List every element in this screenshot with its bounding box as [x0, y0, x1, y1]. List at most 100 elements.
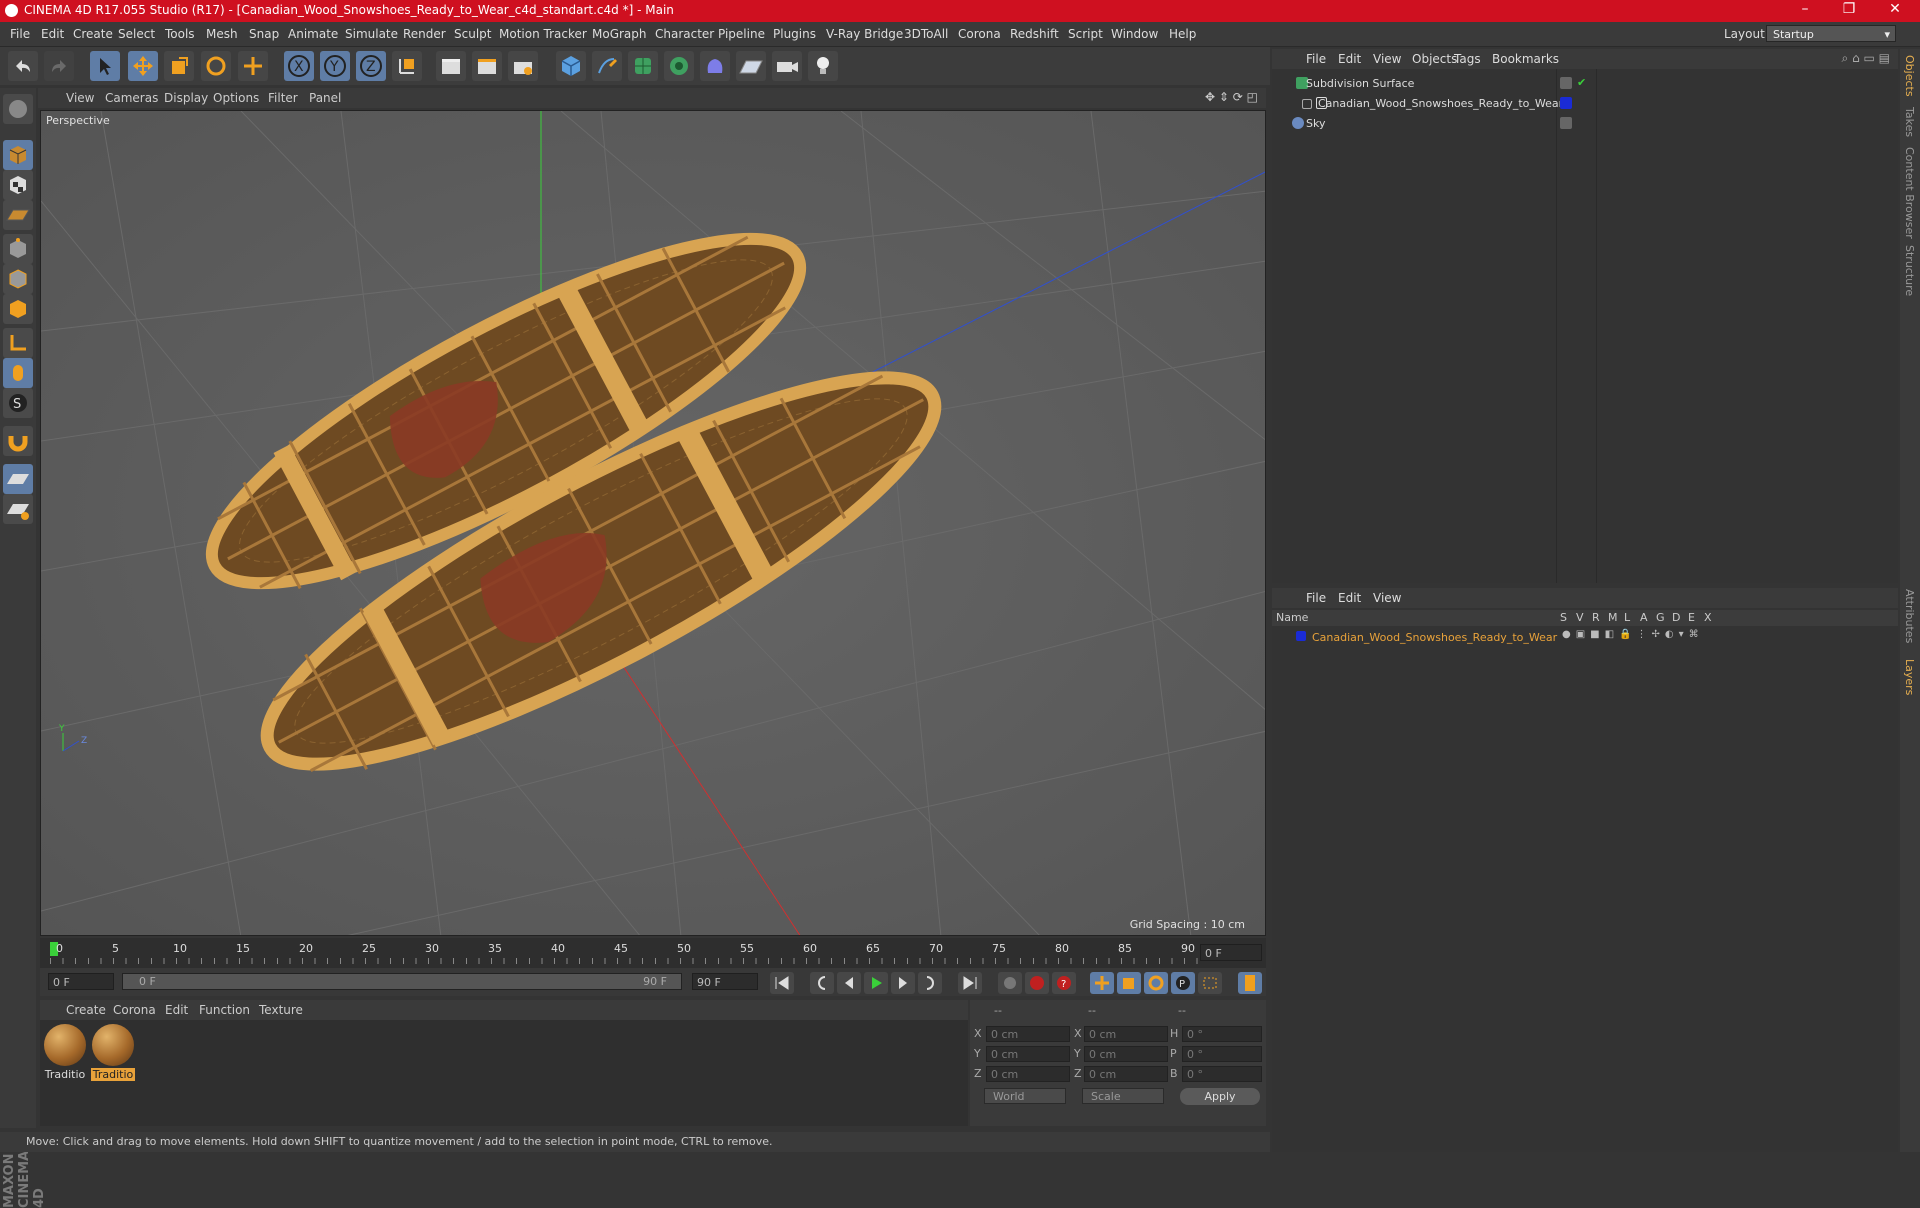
- previous-key-button[interactable]: [810, 972, 834, 994]
- lm-menu-file[interactable]: File: [1306, 591, 1326, 605]
- undo-button[interactable]: [8, 51, 38, 81]
- layer-column-expressions[interactable]: E: [1688, 611, 1695, 624]
- restore-button[interactable]: ❐: [1834, 1, 1864, 17]
- redo-button[interactable]: [44, 51, 74, 81]
- size-x-field[interactable]: 0 cm: [1084, 1026, 1168, 1042]
- menu-tools[interactable]: Tools: [165, 27, 195, 41]
- close-button[interactable]: ✕: [1880, 1, 1910, 17]
- y-axis-lock-button[interactable]: Y: [320, 51, 350, 81]
- rotation-p-field[interactable]: 0 °: [1182, 1046, 1262, 1062]
- size-mode-select[interactable]: Scale: [1082, 1088, 1164, 1104]
- x-axis-lock-button[interactable]: X: [284, 51, 314, 81]
- keyframe-selection-button[interactable]: ?: [1052, 972, 1076, 994]
- menu-vray-bridge[interactable]: V-Ray Bridge: [826, 27, 903, 41]
- menu-corona[interactable]: Corona: [958, 27, 1001, 41]
- lm-menu-edit[interactable]: Edit: [1338, 591, 1361, 605]
- layer-column-manager[interactable]: M: [1608, 611, 1618, 624]
- move-tool-button[interactable]: [128, 51, 158, 81]
- parameter-key-button[interactable]: P: [1171, 972, 1195, 994]
- layer-column-deformers[interactable]: D: [1672, 611, 1680, 624]
- lm-menu-view[interactable]: View: [1373, 591, 1401, 605]
- make-editable-button[interactable]: [3, 94, 33, 124]
- render-view-button[interactable]: [436, 51, 466, 81]
- point-level-key-button[interactable]: [1198, 972, 1222, 994]
- layer-column-animation[interactable]: A: [1640, 611, 1648, 624]
- menu-script[interactable]: Script: [1068, 27, 1103, 41]
- layer-toggle-icons[interactable]: ●▣■◧🔒⋮✢◐▾⌘: [1562, 629, 1704, 640]
- object-row[interactable]: Sky: [1272, 114, 1898, 133]
- layer-row[interactable]: Canadian_Wood_Snowshoes_Ready_to_Wear ●▣…: [1272, 628, 1898, 647]
- goto-start-button[interactable]: [770, 972, 794, 994]
- tab-takes[interactable]: Takes: [1903, 107, 1916, 137]
- om-menu-edit[interactable]: Edit: [1338, 52, 1361, 66]
- tab-attributes[interactable]: Attributes: [1903, 589, 1916, 643]
- position-x-field[interactable]: 0 cm: [986, 1026, 1070, 1042]
- cube-primitive-button[interactable]: [556, 51, 586, 81]
- autokeying-button[interactable]: [1025, 972, 1049, 994]
- 3d-viewport[interactable]: Y Z Perspective Grid Spacing : 10 cm: [40, 110, 1266, 936]
- search-icon[interactable]: ⌕ ⌂ ▭ ▤: [1842, 51, 1890, 66]
- layer-color-icon[interactable]: [1560, 97, 1572, 109]
- material-menu-edit[interactable]: Edit: [165, 1003, 188, 1017]
- planar-workplane-button[interactable]: [3, 494, 33, 524]
- timeline-ruler[interactable]: 0 5 10 15 20 25 30 35 40 45 50 55 60 65 …: [40, 938, 1266, 968]
- size-y-field[interactable]: 0 cm: [1084, 1046, 1168, 1062]
- menu-snap[interactable]: Snap: [249, 27, 279, 41]
- menu-redshift[interactable]: Redshift: [1010, 27, 1059, 41]
- tab-objects[interactable]: Objects: [1903, 55, 1916, 97]
- material-menu-texture[interactable]: Texture: [259, 1003, 303, 1017]
- rotation-h-field[interactable]: 0 °: [1182, 1026, 1262, 1042]
- goto-end-button[interactable]: [958, 972, 982, 994]
- play-button[interactable]: [864, 972, 888, 994]
- layer-column-render[interactable]: R: [1592, 611, 1600, 624]
- menu-render[interactable]: Render: [403, 27, 446, 41]
- coordinate-space-select[interactable]: World: [984, 1088, 1066, 1104]
- layout-select[interactable]: Startup ▾: [1766, 25, 1896, 42]
- viewport-menu-display[interactable]: Display: [164, 91, 208, 105]
- menu-animate[interactable]: Animate: [288, 27, 338, 41]
- snap-button[interactable]: S: [3, 388, 33, 418]
- model-mode-button[interactable]: [3, 140, 33, 170]
- menu-simulate[interactable]: Simulate: [345, 27, 398, 41]
- position-y-field[interactable]: 0 cm: [986, 1046, 1070, 1062]
- menu-3dtoall[interactable]: 3DToAll: [904, 27, 948, 41]
- minimize-button[interactable]: –: [1790, 1, 1820, 17]
- material-menu-function[interactable]: Function: [199, 1003, 250, 1017]
- spline-pen-button[interactable]: [592, 51, 622, 81]
- rotation-key-button[interactable]: [1144, 972, 1168, 994]
- menu-create[interactable]: Create: [73, 27, 113, 41]
- om-menu-objects[interactable]: Objects: [1412, 52, 1457, 66]
- viewport-navigation-icons[interactable]: ✥ ⇕ ⟳ ◰: [1205, 90, 1258, 104]
- timeline-window-button[interactable]: [1238, 972, 1262, 994]
- subdivision-surface-button[interactable]: [628, 51, 658, 81]
- editor-visibility-icon[interactable]: [1560, 117, 1572, 129]
- menu-motion-tracker[interactable]: Motion Tracker: [499, 27, 587, 41]
- workplane-mode-button[interactable]: [3, 200, 33, 230]
- recent-tool-button[interactable]: [238, 51, 268, 81]
- enable-snap-button[interactable]: [3, 426, 33, 456]
- menu-plugins[interactable]: Plugins: [773, 27, 816, 41]
- tweak-mode-button[interactable]: [3, 358, 33, 388]
- viewport-menu-view[interactable]: View: [66, 91, 94, 105]
- start-frame-field[interactable]: 0 F: [48, 973, 114, 990]
- viewport-menu-panel[interactable]: Panel: [309, 91, 341, 105]
- render-picture-viewer-button[interactable]: [472, 51, 502, 81]
- points-mode-button[interactable]: [3, 234, 33, 264]
- menu-mograph[interactable]: MoGraph: [592, 27, 647, 41]
- material-swatch[interactable]: Traditio: [43, 1024, 87, 1084]
- tab-structure[interactable]: Structure: [1903, 245, 1916, 296]
- viewport-menu-filter[interactable]: Filter: [268, 91, 298, 105]
- menu-edit[interactable]: Edit: [41, 27, 64, 41]
- position-key-button[interactable]: [1090, 972, 1114, 994]
- menu-window[interactable]: Window: [1111, 27, 1158, 41]
- coordinate-system-button[interactable]: [392, 51, 422, 81]
- layer-column-locked[interactable]: L: [1624, 611, 1630, 624]
- apply-button[interactable]: Apply: [1180, 1088, 1260, 1105]
- texture-mode-button[interactable]: [3, 170, 33, 200]
- rotation-b-field[interactable]: 0 °: [1182, 1066, 1262, 1082]
- layer-column-name[interactable]: Name: [1276, 611, 1308, 624]
- menu-help[interactable]: Help: [1169, 27, 1196, 41]
- tab-layers[interactable]: Layers: [1903, 659, 1916, 695]
- light-button[interactable]: [808, 51, 838, 81]
- floor-button[interactable]: [736, 51, 766, 81]
